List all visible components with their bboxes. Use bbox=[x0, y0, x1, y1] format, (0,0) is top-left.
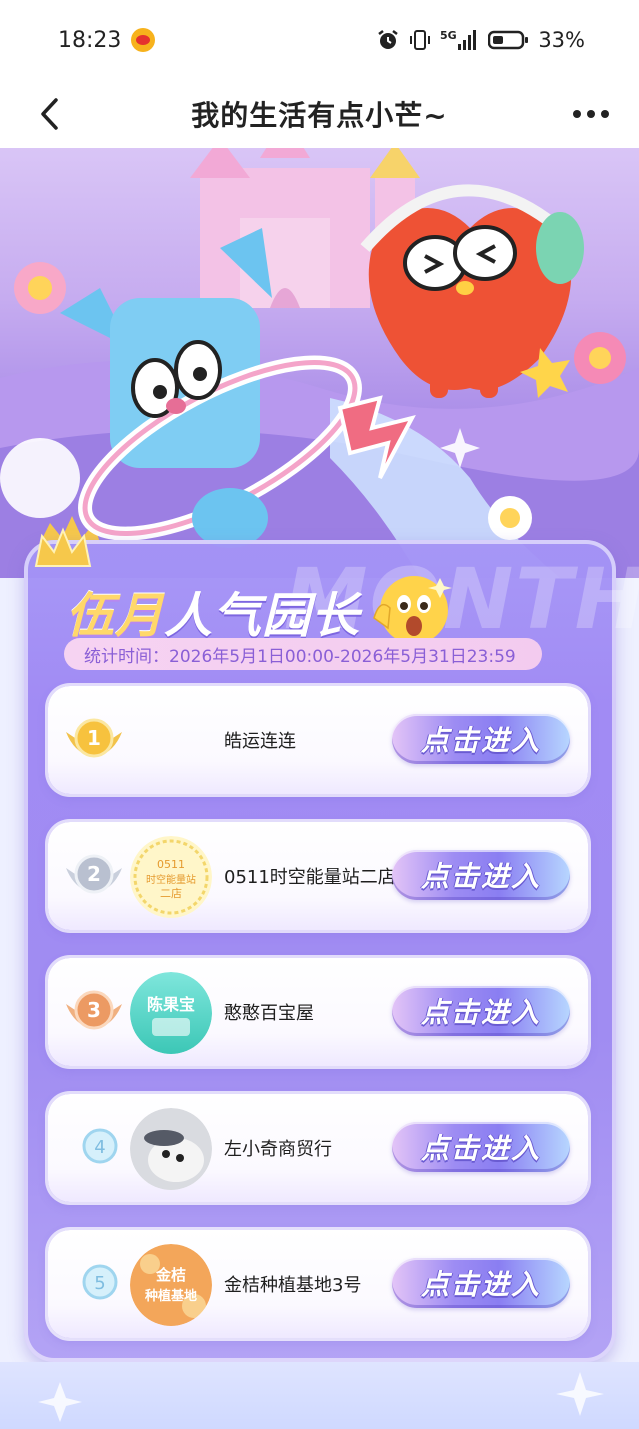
status-bar: 18:23 5G 33% bbox=[0, 0, 639, 80]
network-label: 5G bbox=[440, 29, 457, 42]
hero-banner bbox=[0, 148, 639, 578]
enter-button[interactable]: 点击进入 bbox=[392, 850, 570, 900]
status-left: 18:23 bbox=[58, 27, 156, 53]
battery-icon bbox=[488, 30, 529, 50]
enter-button-label: 点击进入 bbox=[420, 1132, 541, 1165]
nav-bar: 我的生活有点小芒~ bbox=[0, 80, 639, 148]
rank-card-5: 5 金桔 种植基地 金桔种植基地3号 点击进入 bbox=[48, 1230, 588, 1338]
svg-text:种植基地: 种植基地 bbox=[144, 1288, 197, 1304]
shop-avatar[interactable] bbox=[130, 1108, 212, 1190]
board-title: 伍月人气园长 bbox=[66, 576, 360, 646]
rank-number: 1 bbox=[87, 726, 101, 750]
crown-icon bbox=[34, 527, 92, 567]
enter-button-label: 点击进入 bbox=[420, 724, 541, 757]
enter-button-label: 点击进入 bbox=[420, 1268, 541, 1301]
shop-name: 0511时空能量站二店 bbox=[224, 867, 396, 888]
chevron-left-icon[interactable] bbox=[36, 96, 64, 132]
shop-avatar[interactable]: 陈果宝 bbox=[130, 972, 212, 1054]
board-title-month: 伍月 bbox=[66, 588, 165, 644]
heart-character bbox=[360, 184, 584, 398]
battery-percent: 33% bbox=[538, 28, 585, 52]
silver-medal-icon: 2 bbox=[66, 854, 122, 894]
rank-card-3: 3 陈果宝 憨憨百宝屋 点击进入 bbox=[48, 958, 588, 1066]
hero-illustration bbox=[0, 148, 639, 578]
enter-button-label: 点击进入 bbox=[420, 996, 541, 1029]
status-right: 5G 33% bbox=[376, 28, 585, 52]
svg-text:时空能量站: 时空能量站 bbox=[146, 873, 196, 886]
rank-number: 3 bbox=[87, 998, 101, 1022]
svg-text:陈果宝: 陈果宝 bbox=[147, 995, 195, 1014]
svg-text:二店: 二店 bbox=[160, 886, 182, 900]
stat-time: 统计时间：2026年5月1日00:00-2026年5月31日23:59 bbox=[64, 638, 542, 670]
rank-number: 2 bbox=[87, 862, 101, 886]
enter-button[interactable]: 点击进入 bbox=[392, 986, 570, 1036]
rank-number: 5 bbox=[94, 1273, 105, 1294]
rank-card-4: 4 左小奇商贸行 点击进入 bbox=[48, 1094, 588, 1202]
shop-avatar[interactable]: 金桔 种植基地 bbox=[130, 1244, 212, 1326]
rank-card-2: 2 0511 时空能量站 二店 0511时空能量站二店 点击进入 bbox=[48, 822, 588, 930]
enter-button[interactable]: 点击进入 bbox=[392, 1122, 570, 1172]
star-decor bbox=[38, 1372, 604, 1422]
gold-medal-icon: 1 bbox=[66, 718, 122, 758]
shop-name: 皓运连连 bbox=[224, 731, 296, 752]
enter-button-label: 点击进入 bbox=[420, 860, 541, 893]
bottom-decoration bbox=[0, 1362, 639, 1429]
shop-avatar[interactable]: 0511 时空能量站 二店 bbox=[130, 836, 212, 918]
svg-text:金桔: 金桔 bbox=[155, 1266, 186, 1284]
page-title: 我的生活有点小芒~ bbox=[191, 99, 448, 132]
weibo-icon bbox=[131, 28, 156, 52]
vibrate-icon bbox=[410, 30, 431, 50]
rank-badge-icon: 4 bbox=[82, 1128, 118, 1164]
bronze-medal-icon: 3 bbox=[66, 990, 122, 1030]
svg-text:0511: 0511 bbox=[157, 858, 185, 871]
enter-button[interactable]: 点击进入 bbox=[392, 1258, 570, 1308]
ranking-board: MONTH 伍月人气园长 统计时间：2026年5月1日00:00-2026年5月… bbox=[24, 527, 639, 1362]
more-dots-icon[interactable] bbox=[571, 102, 611, 126]
rank-card-1: 1 皓运连连 点击进入 bbox=[48, 686, 588, 794]
rank-badge-icon: 5 bbox=[82, 1264, 118, 1300]
alarm-icon bbox=[378, 30, 399, 49]
shop-name: 憨憨百宝屋 bbox=[224, 1003, 314, 1024]
shop-name: 左小奇商贸行 bbox=[224, 1139, 332, 1160]
board-title-text: 人气园长 bbox=[164, 588, 361, 644]
rank-number: 4 bbox=[94, 1137, 105, 1158]
signal-icon: 5G bbox=[440, 29, 477, 50]
status-time: 18:23 bbox=[58, 27, 122, 53]
shop-name: 金桔种植基地3号 bbox=[224, 1275, 362, 1296]
enter-button[interactable]: 点击进入 bbox=[392, 714, 570, 764]
